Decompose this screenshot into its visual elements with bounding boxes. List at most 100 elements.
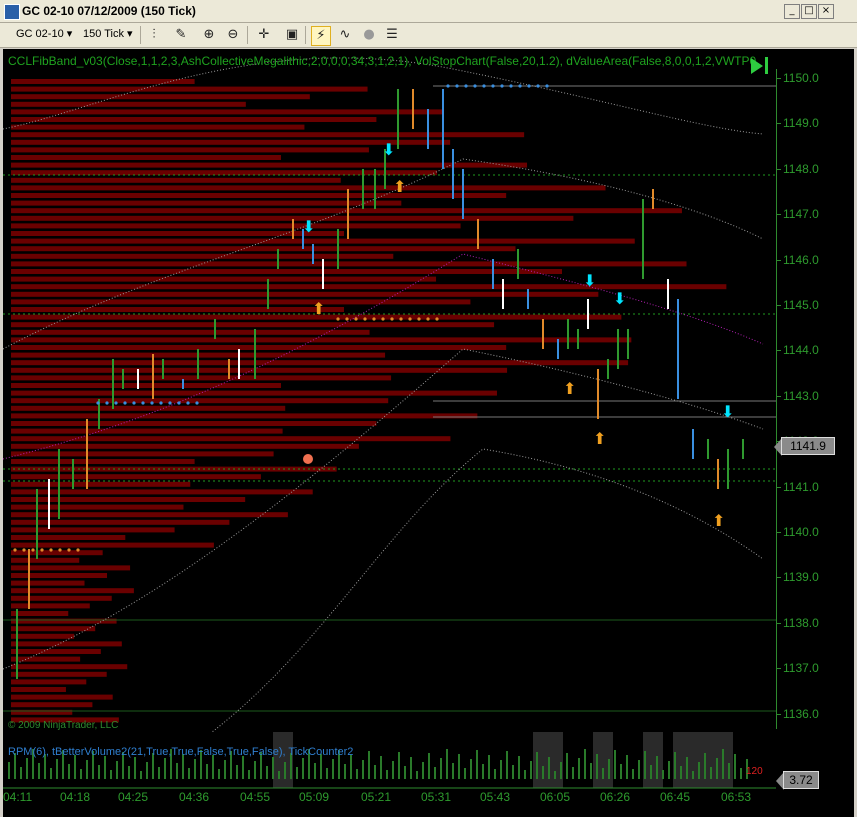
volume-profile-bar — [11, 481, 191, 487]
price-tick — [777, 395, 781, 397]
volume-profile-bar — [11, 185, 606, 191]
instrument-selector[interactable]: GC 02-10 ▾ — [13, 26, 75, 43]
volume-profile-bar — [11, 679, 87, 685]
price-tick — [777, 577, 781, 579]
cyan-arrow-icon: ⬇ — [583, 271, 596, 290]
volume-profile-bar — [11, 177, 341, 183]
volume-profile-bar — [11, 497, 246, 502]
chart-canvas[interactable]: ⬇ ⬇ ⬇ ⬇ ⬇ ⬆ ⬆ ⬆ ⬆ ⬆ — [3, 49, 854, 817]
volume-profile-bar — [11, 307, 344, 312]
cyan-arrow-icon: ⬇ — [382, 140, 395, 159]
stop-dot — [141, 401, 145, 405]
stop-dot — [336, 317, 340, 321]
zoom-out-icon[interactable]: ⊖ — [224, 26, 242, 44]
cyan-arrow-icon: ⬇ — [613, 289, 626, 308]
stop-dot — [67, 548, 71, 552]
stop-dot — [363, 317, 367, 321]
indicators-icon[interactable]: ∿ — [336, 26, 354, 44]
chart-toolbar: GC 02-10 ▾ 150 Tick ▾ ⫶ ✎ ⊕ ⊖ ✛ ▣ ⚡ ∿ ● … — [0, 23, 857, 48]
volume-profile-bar — [11, 542, 214, 548]
volume-profile-bar — [11, 269, 562, 274]
stop-dot — [354, 317, 358, 321]
stop-dot — [518, 84, 522, 88]
title-bar: GC 02-10 07/12/2009 (150 Tick) _ □ × — [0, 0, 857, 23]
price-tick — [777, 305, 781, 306]
price-label: 1137.0 — [783, 661, 819, 676]
price-label: 1144.0 — [783, 343, 819, 358]
orange-arrow-icon: ⬆ — [312, 299, 325, 318]
chart-panel[interactable]: ⬇ ⬇ ⬇ ⬇ ⬇ ⬆ ⬆ ⬆ ⬆ ⬆ CCLFibBand_v03(Close,1,1,2,3,… — [3, 49, 854, 817]
interval-label: 150 Tick — [83, 28, 124, 40]
zoom-in-icon[interactable]: ⊕ — [200, 26, 218, 44]
volume-profile-bar — [11, 367, 508, 373]
price-label: 1140.0 — [783, 525, 819, 539]
interval-selector[interactable]: 150 Tick ▾ — [80, 26, 136, 43]
time-label: 04:25 — [118, 790, 149, 804]
stop-dot — [105, 401, 109, 405]
stop-dot — [168, 401, 172, 405]
time-label: 05:43 — [480, 790, 511, 804]
volume-profile-bar — [11, 383, 281, 388]
indicator-label: CCLFibBand_v03(Close,1,1,2,3,AshCollecti… — [8, 54, 757, 68]
volume-profile-bar — [11, 360, 629, 366]
volume-profile-bar — [11, 261, 687, 267]
stop-dot — [114, 401, 118, 405]
volume-profile-bar — [11, 86, 368, 92]
play-icon[interactable] — [751, 58, 763, 74]
orange-arrow-icon: ⬆ — [593, 429, 606, 448]
price-label: 1145.0 — [783, 298, 819, 312]
time-label: 04:11 — [3, 790, 33, 804]
volume-profile-bar — [11, 512, 288, 518]
volume-profile-bar — [11, 200, 402, 206]
current-price-marker: 1141.9 — [781, 437, 835, 455]
price-label: 1141.0 — [783, 479, 819, 494]
stop-dot — [536, 84, 540, 88]
maximize-button[interactable]: □ — [801, 4, 817, 19]
cyan-arrow-icon: ⬇ — [721, 402, 734, 421]
close-button[interactable]: × — [818, 4, 834, 19]
stop-dot — [500, 84, 504, 88]
volume-profile-bar — [11, 291, 599, 297]
volume-profile-bar — [11, 611, 69, 616]
orange-arrow-icon: ⬆ — [712, 511, 725, 530]
volume-profile-bar — [11, 421, 377, 426]
properties-icon[interactable]: ▣ — [283, 26, 301, 44]
price-tick — [777, 668, 781, 670]
volume-profile-bar — [11, 208, 682, 214]
stop-dot — [491, 84, 495, 88]
volume-profile-bar — [11, 428, 283, 434]
volume-profile-bar — [11, 633, 75, 639]
volume-profile-bar — [11, 94, 310, 100]
volume-profile-bar — [11, 580, 85, 586]
time-label: 06:26 — [600, 790, 631, 804]
volume-profile-bar — [11, 451, 274, 457]
tick-counter-value: 120 — [746, 766, 763, 777]
volume-profile-bar — [11, 253, 394, 259]
volume-profile-bar — [11, 702, 93, 708]
minimize-button[interactable]: _ — [784, 4, 800, 19]
volume-profile-bar — [11, 656, 81, 662]
volume-profile-bar — [11, 238, 635, 244]
volume-profile-bar — [11, 390, 497, 396]
time-label: 05:31 — [421, 790, 452, 804]
volume-profile-bar — [11, 626, 96, 632]
volume-profile-bar — [11, 694, 113, 700]
data-box-icon[interactable]: ☰ — [383, 26, 401, 44]
bar-type-icon[interactable]: ⫶ — [145, 26, 163, 44]
stop-dot — [195, 401, 199, 405]
play-bar-icon — [765, 57, 768, 74]
price-label: 1143.0 — [783, 388, 819, 403]
stop-dot — [123, 401, 127, 405]
volume-profile-bar — [11, 398, 389, 404]
stop-dot — [132, 401, 136, 405]
instrument-label: GC 02-10 — [16, 28, 64, 40]
crosshair-icon[interactable]: ✛ — [255, 26, 273, 44]
stop-dot — [417, 317, 421, 321]
drawing-tool-icon[interactable]: ✎ — [172, 26, 190, 44]
price-label: 1150.0 — [783, 71, 819, 85]
volume-profile-bar — [11, 459, 195, 464]
strategy-icon[interactable]: ⚡ — [311, 26, 331, 46]
volume-profile-bar — [11, 474, 261, 480]
volume-profile-bar — [11, 246, 516, 252]
volume-profile-bar — [11, 489, 313, 495]
